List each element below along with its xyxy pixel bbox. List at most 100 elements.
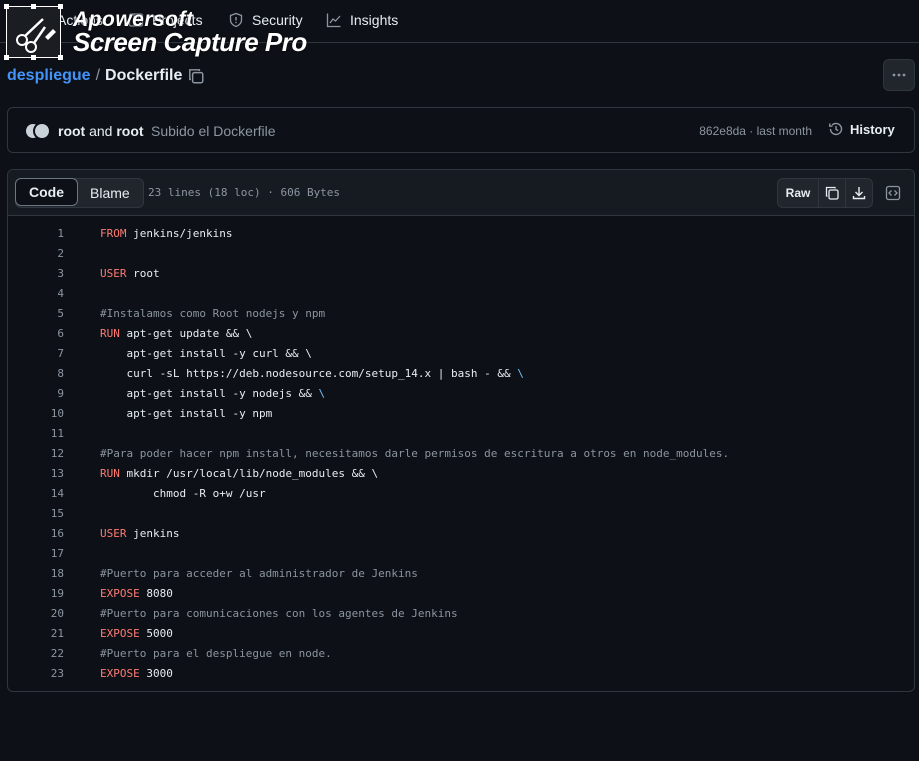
watermark-logo [4,4,63,60]
code-line: 9 apt-get install -y nodejs && \ [8,384,914,404]
history-button[interactable]: History [828,121,895,137]
code-line: 11 [8,424,914,444]
symbols-panel-button[interactable] [879,178,907,208]
line-number[interactable]: 22 [8,644,64,664]
copy-raw-button[interactable] [818,179,845,207]
line-number[interactable]: 23 [8,664,64,684]
code-comment: #Para poder hacer npm install, necesitam… [100,447,730,460]
line-number[interactable]: 21 [8,624,64,644]
shield-icon [229,12,243,28]
code-line: 21 EXPOSE 5000 [8,624,914,644]
code-text: apt-get install -y curl && \ [100,347,312,360]
avatar [33,122,51,140]
code-line: 2 [8,244,914,264]
code-comment: #Puerto para el despliegue en node. [100,647,332,660]
file-viewer: Code Blame 23 lines (18 loc) · 606 Bytes… [7,169,915,692]
line-number[interactable]: 2 [8,244,64,264]
commit-avatars[interactable] [24,122,52,140]
code-comment: #Puerto para comunicaciones con los agen… [100,607,458,620]
code-escape: \ [318,387,326,400]
raw-button[interactable]: Raw [778,179,818,207]
file-info: 23 lines (18 loc) · 606 Bytes [148,186,341,199]
code-escape: \ [517,367,524,380]
line-number[interactable]: 12 [8,444,64,464]
tab-insights-label: Insights [350,12,399,28]
line-number[interactable]: 17 [8,544,64,564]
code-line: 18 #Puerto para acceder al administrador … [8,564,914,584]
code-line: 10 apt-get install -y npm [8,404,914,424]
code-line: 3 USER root [8,264,914,284]
code-line: 1 FROM jenkins/jenkins [8,224,914,244]
code-keyword: EXPOSE [100,667,140,680]
line-content: USER jenkins [100,524,179,544]
code-text: root [126,267,160,280]
code-keyword: RUN [100,327,120,340]
commit-authors: root and root [58,123,144,139]
watermark-product: Screen Capture Pro [73,27,307,57]
line-number[interactable]: 16 [8,524,64,544]
code-text: 8080 [139,587,173,600]
author-link[interactable]: root [116,123,143,139]
code-text: mkdir /usr/local/lib/node_modules && \ [119,467,379,480]
line-content: EXPOSE 3000 [100,664,173,684]
line-number[interactable]: 13 [8,464,64,484]
breadcrumb-file-name: Dockerfile [105,67,183,84]
commit-meta[interactable]: 862e8da · last month [699,124,812,138]
copy-path-button[interactable] [187,67,205,85]
code-line: 16 USER jenkins [8,524,914,544]
author-link[interactable]: root [58,123,85,139]
code-line: 12 #Para poder hacer npm install, necesit… [8,444,914,464]
line-number[interactable]: 7 [8,344,64,364]
line-content: #Instalamos como Root nodejs y npm [100,304,325,324]
file-actions: Raw [777,178,873,208]
code-text: jenkins [126,527,180,540]
line-number[interactable]: 4 [8,284,64,304]
code-text: apt-get install -y nodejs && [100,387,319,400]
line-content: #Para poder hacer npm install, necesitam… [100,444,729,464]
download-button[interactable] [845,179,872,207]
line-number[interactable]: 18 [8,564,64,584]
code-line: 5 #Instalamos como Root nodejs y npm [8,304,914,324]
file-header: Code Blame 23 lines (18 loc) · 606 Bytes… [8,170,914,216]
line-content: FROM jenkins/jenkins [100,224,232,244]
code-line: 6 RUN apt-get update && \ [8,324,914,344]
history-label: History [850,121,895,137]
code-text: 3000 [139,667,173,680]
line-number[interactable]: 1 [8,224,64,244]
code-text: 5000 [139,627,173,640]
code-keyword: EXPOSE [100,627,140,640]
line-content: #Puerto para el despliegue en node. [100,644,332,664]
code-line: 17 [8,544,914,564]
tab-insights[interactable]: Insights [326,10,398,30]
breadcrumb-repo-link[interactable]: despliegue [7,67,91,85]
line-content: RUN mkdir /usr/local/lib/node_modules &&… [100,464,378,484]
line-content: #Puerto para acceder al administrador de… [100,564,418,584]
tab-code[interactable]: Code [15,178,78,206]
line-number[interactable]: 14 [8,484,64,504]
more-options-button[interactable] [883,59,915,91]
line-number[interactable]: 5 [8,304,64,324]
line-number[interactable]: 6 [8,324,64,344]
code-line: 4 [8,284,914,304]
line-number[interactable]: 3 [8,264,64,284]
line-number[interactable]: 19 [8,584,64,604]
commit-message[interactable]: Subido el Dockerfile [151,123,276,139]
code-text: jenkins/jenkins [126,227,233,240]
code-keyword: RUN [100,467,120,480]
breadcrumb: despliegue / Dockerfile [7,66,182,86]
code-comment: #Instalamos como Root nodejs y npm [100,307,326,320]
scissors-icon [16,18,56,53]
line-number[interactable]: 8 [8,364,64,384]
graph-icon [326,13,341,28]
code-line: 23 EXPOSE 3000 [8,664,914,684]
line-number[interactable]: 15 [8,504,64,524]
code-line: 20 #Puerto para comunicaciones con los ag… [8,604,914,624]
line-number[interactable]: 10 [8,404,64,424]
line-number[interactable]: 20 [8,604,64,624]
line-number[interactable]: 9 [8,384,64,404]
tab-blame[interactable]: Blame [77,179,143,207]
tab-security-label: Security [252,12,303,28]
code-text: curl -sL https://deb.nodesource.com/setu… [100,367,518,380]
line-number[interactable]: 11 [8,424,64,444]
github-file-page: Actions Projects Security Insights Apowe… [0,0,919,761]
